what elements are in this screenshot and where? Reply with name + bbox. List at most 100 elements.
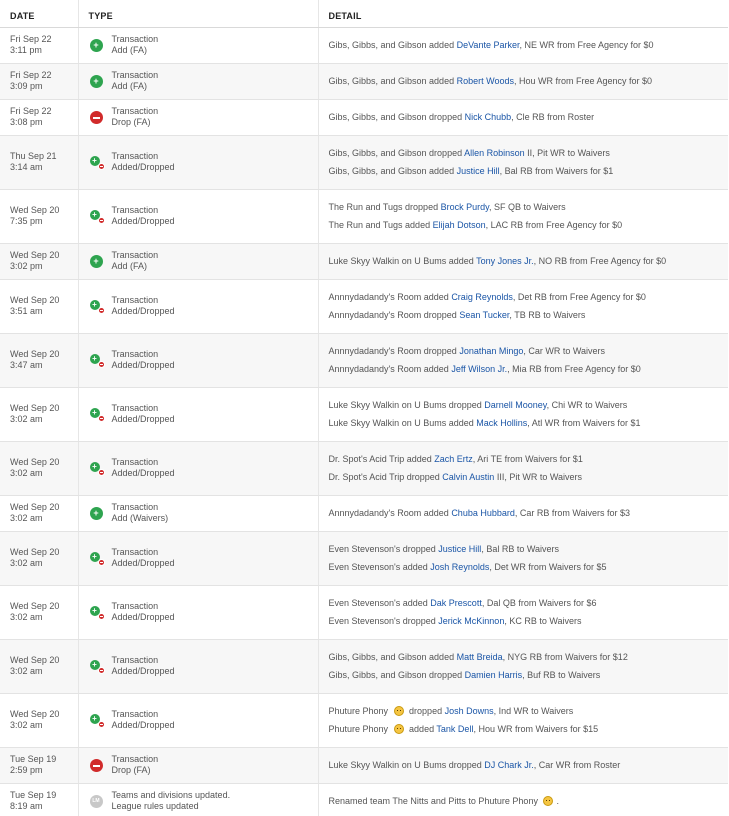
header-detail[interactable]: DETAIL <box>317 0 728 28</box>
date-day: Wed Sep 20 <box>10 349 60 359</box>
player-link[interactable]: Darnell Mooney <box>484 400 546 410</box>
detail-text: Annnydadandy's Room added <box>328 292 452 302</box>
date-time: 3:11 pm <box>10 45 42 55</box>
added-dropped-icon <box>89 712 105 728</box>
detail-cell: Luke Skyy Walkin on U Bums dropped Darne… <box>317 387 728 442</box>
player-link[interactable]: Josh Reynolds <box>430 562 489 572</box>
type-cell: TransactionAdd (FA) <box>77 27 318 64</box>
type-title: Transaction <box>111 655 159 665</box>
player-link[interactable]: Josh Downs <box>445 706 494 716</box>
emoji-face-icon <box>393 724 404 734</box>
detail-cell: Annnydadandy's Room added Craig Reynolds… <box>317 279 728 334</box>
player-link[interactable]: Robert Woods <box>457 76 514 86</box>
type-title: Transaction <box>111 547 159 557</box>
type-subtitle: Drop (FA) <box>111 765 151 775</box>
player-link[interactable]: Zach Ertz <box>434 454 473 464</box>
detail-text: , Car WR to Waivers <box>523 346 606 356</box>
player-link[interactable]: DJ Chark Jr. <box>484 760 534 770</box>
detail-cell: Even Stevenson's dropped Justice Hill, B… <box>317 531 728 586</box>
player-link[interactable]: Justice Hill <box>438 544 481 554</box>
date-time: 3:02 am <box>10 414 43 424</box>
date-time: 3:02 am <box>10 612 43 622</box>
date-day: Thu Sep 21 <box>10 151 57 161</box>
player-link[interactable]: Mack Hollins <box>476 418 527 428</box>
detail-line: Phuture Phony added Tank Dell, Hou WR fr… <box>329 720 729 738</box>
detail-cell: Gibs, Gibbs, and Gibson dropped Nick Chu… <box>317 99 729 136</box>
table-body: Fri Sep 22 3:11 pm TransactionAdd (FA) Gibs… <box>0 27 728 816</box>
detail-text: dropped <box>406 706 445 716</box>
added-dropped-icon <box>89 460 105 476</box>
player-link[interactable]: Dak Prescott <box>430 598 482 608</box>
table-row: Wed Sep 203:02 amTransactionAdded/Droppe… <box>0 585 728 640</box>
type-cell: TransactionAdded/Dropped <box>77 531 318 586</box>
detail-text: , NE WR from Free Agency for $0 <box>519 40 654 50</box>
type-cell: Teams and divisions updated.League rules… <box>77 783 318 816</box>
type-title: Transaction <box>111 502 159 512</box>
type-subtitle: Added/Dropped <box>111 720 175 730</box>
player-link[interactable]: Allen Robinson <box>464 148 525 158</box>
date-day: Fri Sep 22 <box>10 106 52 116</box>
emoji-face-icon <box>393 706 404 716</box>
player-link[interactable]: Tony Jones Jr. <box>476 256 534 266</box>
added-dropped-icon <box>89 352 105 368</box>
player-link[interactable]: Jerick McKinnon <box>438 616 504 626</box>
player-link[interactable]: Elijah Dotson <box>433 220 486 230</box>
type-cell: TransactionAdded/Dropped <box>77 387 318 442</box>
detail-text: , Hou WR from Free Agency for $0 <box>513 76 653 86</box>
player-link[interactable]: Jonathan Mingo <box>459 346 523 356</box>
type-cell: TransactionAdd (Waivers) <box>77 495 318 532</box>
date-day: Fri Sep 22 <box>10 70 52 80</box>
date-time: 3:02 am <box>10 558 43 568</box>
type-subtitle: Add (Waivers) <box>111 513 169 523</box>
player-link[interactable]: Matt Breida <box>457 652 503 662</box>
detail-text: Gibs, Gibbs, and Gibson added <box>328 76 457 86</box>
detail-cell: Luke Skyy Walkin on U Bums dropped DJ Ch… <box>317 747 728 784</box>
player-link[interactable]: Jeff Wilson Jr. <box>451 364 507 374</box>
header-date[interactable]: DATE <box>0 0 78 28</box>
player-link[interactable]: Brock Purdy <box>441 202 489 212</box>
type-subtitle: Added/Dropped <box>111 306 175 316</box>
detail-line: Gibs, Gibbs, and Gibson added Matt Breid… <box>329 648 729 666</box>
detail-cell: Annnydadandy's Room dropped Jonathan Min… <box>317 333 728 388</box>
date-time: 3:08 pm <box>10 117 43 127</box>
detail-text: added <box>406 724 437 734</box>
type-subtitle: Added/Dropped <box>111 162 175 172</box>
date-cell: Fri Sep 22 3:09 pm <box>0 63 78 100</box>
add-icon <box>89 506 103 520</box>
detail-text: Annnydadandy's Room dropped <box>328 346 460 356</box>
detail-text: , Buf RB to Waivers <box>522 670 601 680</box>
date-day: Wed Sep 20 <box>10 655 60 665</box>
added-dropped-icon <box>89 154 105 170</box>
added-dropped-icon <box>89 658 105 674</box>
player-link[interactable]: Chuba Hubbard <box>451 508 515 518</box>
detail-text: , Chi WR to Waivers <box>546 400 628 410</box>
player-link[interactable]: Calvin Austin <box>442 472 494 482</box>
type-cell: TransactionAdded/Dropped <box>77 135 318 190</box>
detail-line: Gibs, Gibbs, and Gibson dropped Nick Chu… <box>329 108 729 126</box>
type-title: Transaction <box>111 106 159 116</box>
date-time: 3:02 pm <box>10 261 43 271</box>
player-link[interactable]: Craig Reynolds <box>451 292 513 302</box>
date-time: 2:59 pm <box>10 765 43 775</box>
add-icon <box>89 74 103 88</box>
detail-cell: Even Stevenson's added Dak Prescott, Dal… <box>317 585 728 640</box>
detail-text: Gibs, Gibbs, and Gibson added <box>328 166 457 176</box>
player-link[interactable]: Sean Tucker <box>459 310 509 320</box>
type-cell: TransactionAdded/Dropped <box>77 279 318 334</box>
added-dropped-icon <box>89 550 105 566</box>
player-link[interactable]: Justice Hill <box>457 166 500 176</box>
player-link[interactable]: DeVante Parker <box>457 40 520 50</box>
table-row: Wed Sep 203:02 pmTransactionAdd (FA)Luke… <box>0 243 729 280</box>
player-link[interactable]: Nick Chubb <box>465 112 512 122</box>
date-time: 3:51 am <box>10 306 43 316</box>
type-cell: TransactionAdd (FA) <box>77 63 318 100</box>
player-link[interactable]: Damien Harris <box>465 670 523 680</box>
detail-text: , Bal RB from Waivers for $1 <box>499 166 614 176</box>
detail-text: Phuture Phony <box>328 724 391 734</box>
detail-line: Luke Skyy Walkin on U Bums added Tony Jo… <box>329 252 729 270</box>
player-link[interactable]: Tank Dell <box>436 724 473 734</box>
type-cell: TransactionAdded/Dropped <box>77 441 318 496</box>
add-icon <box>89 254 103 268</box>
type-cell: Transaction Drop (FA) <box>77 747 318 784</box>
header-type[interactable]: TYPE <box>77 0 318 28</box>
